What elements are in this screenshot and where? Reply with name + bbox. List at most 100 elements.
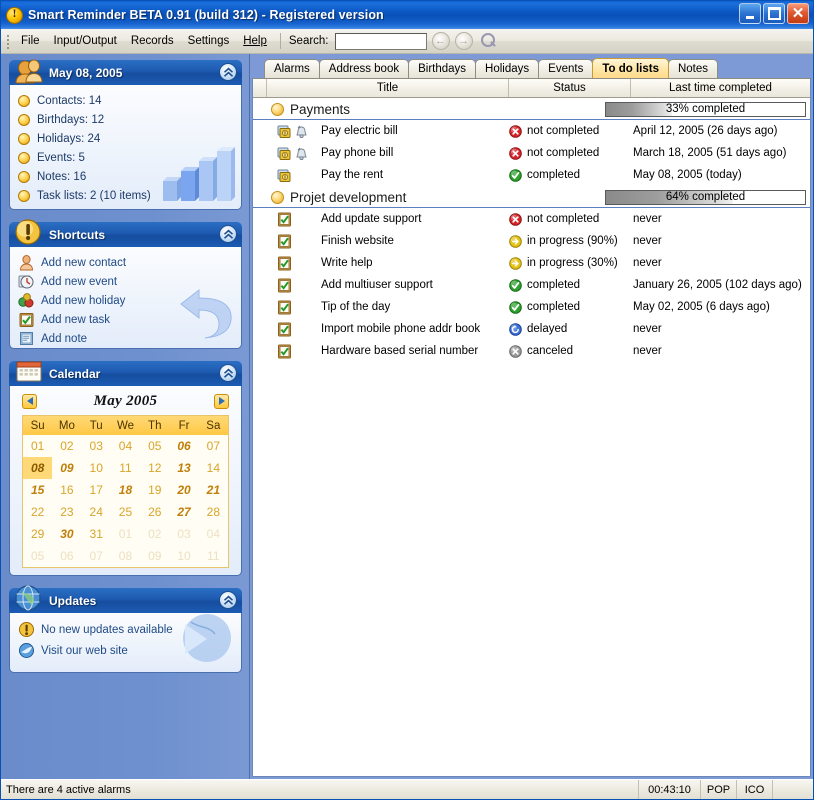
calendar-day[interactable]: 11 [199,545,228,567]
tab-events[interactable]: Events [538,59,594,78]
menu-item-file[interactable]: File [14,32,47,50]
grid-header-title[interactable]: Title [267,79,509,97]
calendar-day[interactable]: 09 [52,457,81,479]
tab-birthdays[interactable]: Birthdays [408,59,477,78]
shortcut-add-new-contact[interactable]: Add new contact [18,253,233,272]
shortcut-add-note[interactable]: Add note [18,329,233,348]
task-status-label: completed [527,279,581,291]
tab-address-book[interactable]: Address book [318,59,410,78]
grid-header: Title Status Last time completed [253,79,810,98]
todo-task-row[interactable]: Add multiuser support completed January 26… [253,274,810,296]
prev-month-icon[interactable] [22,393,37,409]
calendar-day[interactable]: 01 [111,523,140,545]
maximize-button[interactable] [763,3,785,24]
shortcuts-collapse-button[interactable] [219,225,237,243]
calendar-day[interactable]: 19 [140,479,169,501]
tab-alarms[interactable]: Alarms [264,59,320,78]
tab-holidays[interactable]: Holidays [475,59,540,78]
menu-item-help[interactable]: Help [236,32,274,50]
back-icon[interactable]: ← [431,32,450,50]
status-resize-grip[interactable] [773,780,813,799]
calendar-day[interactable]: 07 [199,435,228,457]
todo-task-row[interactable]: Hardware based serial number canceled neve… [253,340,810,362]
calendar-day[interactable]: 24 [82,501,111,523]
calendar-day[interactable]: 07 [82,545,111,567]
todo-task-row[interactable]: Write help in progress (30%) never [253,252,810,274]
calendar-day[interactable]: 11 [111,457,140,479]
calendar-day[interactable]: 10 [169,545,198,567]
close-button[interactable]: ✕ [787,3,809,24]
todo-task-row[interactable]: Pay phone bill not completed March 18, 200… [253,142,810,164]
todo-group-row[interactable]: Payments 33% completed [253,98,810,120]
calendar-day[interactable]: 06 [169,435,198,457]
calendar-day[interactable]: 30 [52,523,81,545]
updates-collapse-button[interactable] [219,591,237,609]
calendar-day[interactable]: 25 [111,501,140,523]
calendar-day[interactable]: 03 [82,435,111,457]
todo-task-row[interactable]: Finish website in progress (90%) never [253,230,810,252]
calendar-day[interactable]: 13 [169,457,198,479]
calendar-day[interactable]: 01 [23,435,52,457]
shortcut-add-new-holiday[interactable]: Add new holiday [18,291,233,310]
calendar-day[interactable]: 09 [140,545,169,567]
checklist-icon [278,322,291,336]
todo-task-row[interactable]: Add update support not completed never [253,208,810,230]
calendar-day[interactable]: 21 [199,479,228,501]
forward-icon[interactable]: → [454,32,473,50]
calendar-day[interactable]: 18 [111,479,140,501]
calendar-day[interactable]: 12 [140,457,169,479]
calendar-day[interactable]: 02 [52,435,81,457]
calendar-day[interactable]: 05 [23,545,52,567]
calendar-day[interactable]: 26 [140,501,169,523]
visit-website-link[interactable]: Visit our web site [18,640,233,661]
menu-item-records[interactable]: Records [124,32,181,50]
calendar-day[interactable]: 15 [23,479,52,501]
calendar-collapse-button[interactable] [219,364,237,382]
calendar-day[interactable]: 05 [140,435,169,457]
search-input[interactable] [334,32,427,50]
calendar-day[interactable]: 08 [23,457,53,479]
todo-task-row[interactable]: Pay electric bill not completed April 12, … [253,120,810,142]
calendar-day[interactable]: 03 [169,523,198,545]
calendar-day[interactable]: 10 [82,457,111,479]
shortcut-add-new-task[interactable]: Add new task [18,310,233,329]
calendar-day[interactable]: 23 [52,501,81,523]
stats-collapse-button[interactable] [219,63,237,81]
todo-group-row[interactable]: Projet development 64% completed [253,186,810,208]
status-ico[interactable]: ICO [737,780,773,799]
todo-task-row[interactable]: Tip of the day completed May 02, 2005 (6 d… [253,296,810,318]
todo-task-row[interactable]: Pay the rent completed May 08, 2005 (today… [253,164,810,186]
calendar-day[interactable]: 08 [111,545,140,567]
visit-website-label: Visit our web site [41,644,128,657]
calendar-day[interactable]: 14 [199,457,228,479]
tab-to-do-lists[interactable]: To do lists [592,58,669,78]
toolbar-grip[interactable] [5,33,11,50]
calendar-day[interactable]: 02 [140,523,169,545]
calendar-day[interactable]: 31 [82,523,111,545]
calendar-day[interactable]: 06 [52,545,81,567]
grid-header-last-time[interactable]: Last time completed [631,79,810,97]
calendar-day[interactable]: 16 [52,479,81,501]
calendar-grid[interactable]: Su Mo Tu We Th Fr Sa 01 02 03 04 05 06 07 08 09 1… [22,415,229,568]
calendar-day[interactable]: 28 [199,501,228,523]
tab-notes[interactable]: Notes [667,59,719,78]
magnifier-icon[interactable] [479,32,497,50]
calendar-day[interactable]: 04 [199,523,228,545]
calendar-day[interactable]: 17 [82,479,111,501]
todo-task-row[interactable]: Import mobile phone addr book delayed neve… [253,318,810,340]
calendar-day[interactable]: 20 [169,479,198,501]
menu-item-input-output[interactable]: Input/Output [47,32,124,50]
status-pop[interactable]: POP [701,780,737,799]
calendar-day[interactable]: 29 [23,523,52,545]
shortcut-add-new-event[interactable]: Add new event [18,272,233,291]
calendar-day[interactable]: 22 [23,501,52,523]
task-icons [269,234,321,249]
next-month-icon[interactable] [214,393,229,409]
menu-item-settings[interactable]: Settings [181,32,237,50]
grid-header-status[interactable]: Status [509,79,631,97]
task-status-label: delayed [527,323,568,335]
calendar-day[interactable]: 04 [111,435,140,457]
calendar-day[interactable]: 27 [169,501,198,523]
minimize-button[interactable] [739,3,761,24]
main-content: Alarms Address book Birthdays Holidays Event… [250,54,813,779]
